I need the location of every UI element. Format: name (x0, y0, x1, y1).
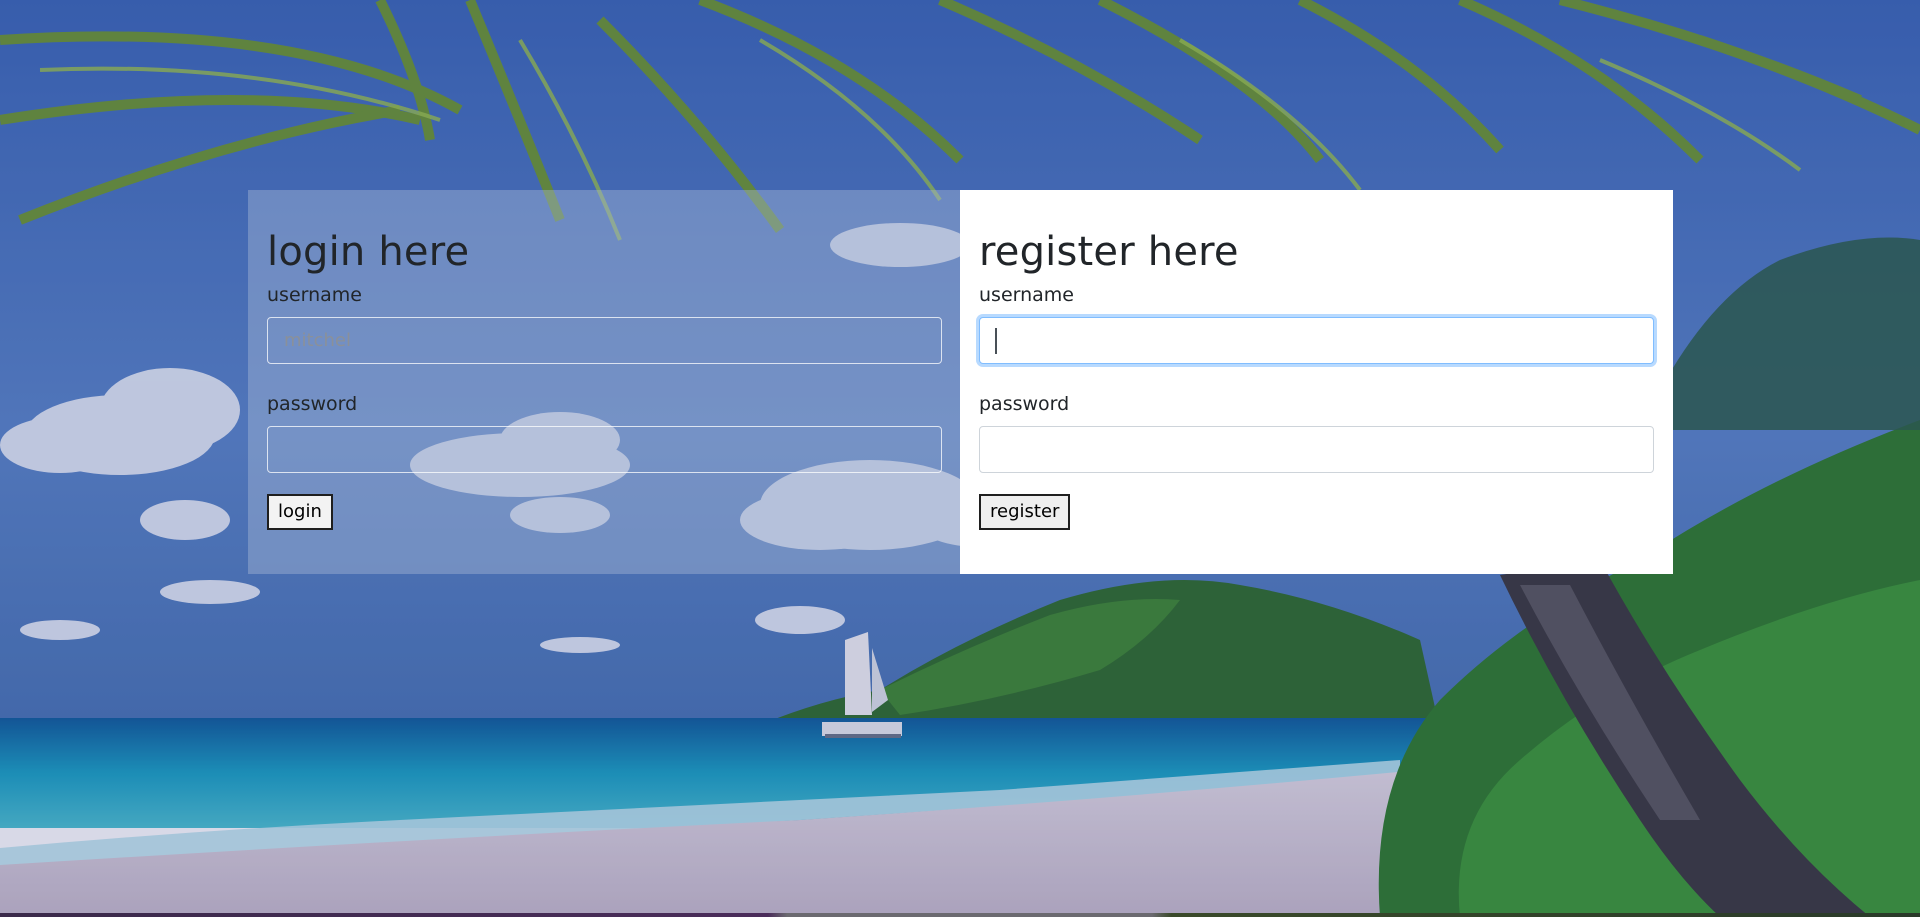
login-username-placeholder: mitchel (284, 330, 351, 351)
register-password-label: password (979, 393, 1070, 415)
register-title: register here (979, 229, 1239, 275)
login-username-label: username (267, 284, 362, 306)
register-username-input[interactable] (979, 317, 1654, 364)
login-password-label: password (267, 393, 358, 415)
login-username-input[interactable]: mitchel (267, 317, 942, 364)
register-password-input[interactable] (979, 426, 1654, 473)
text-caret (995, 328, 997, 354)
register-panel: register here username password register (960, 190, 1673, 574)
register-button[interactable]: register (979, 494, 1071, 530)
login-panel: login here username mitchel password log… (248, 190, 960, 574)
bottom-edge-strip (0, 913, 1920, 917)
register-username-label: username (979, 284, 1074, 306)
login-password-input[interactable] (267, 426, 942, 473)
login-title: login here (267, 229, 470, 275)
login-button[interactable]: login (267, 494, 333, 530)
